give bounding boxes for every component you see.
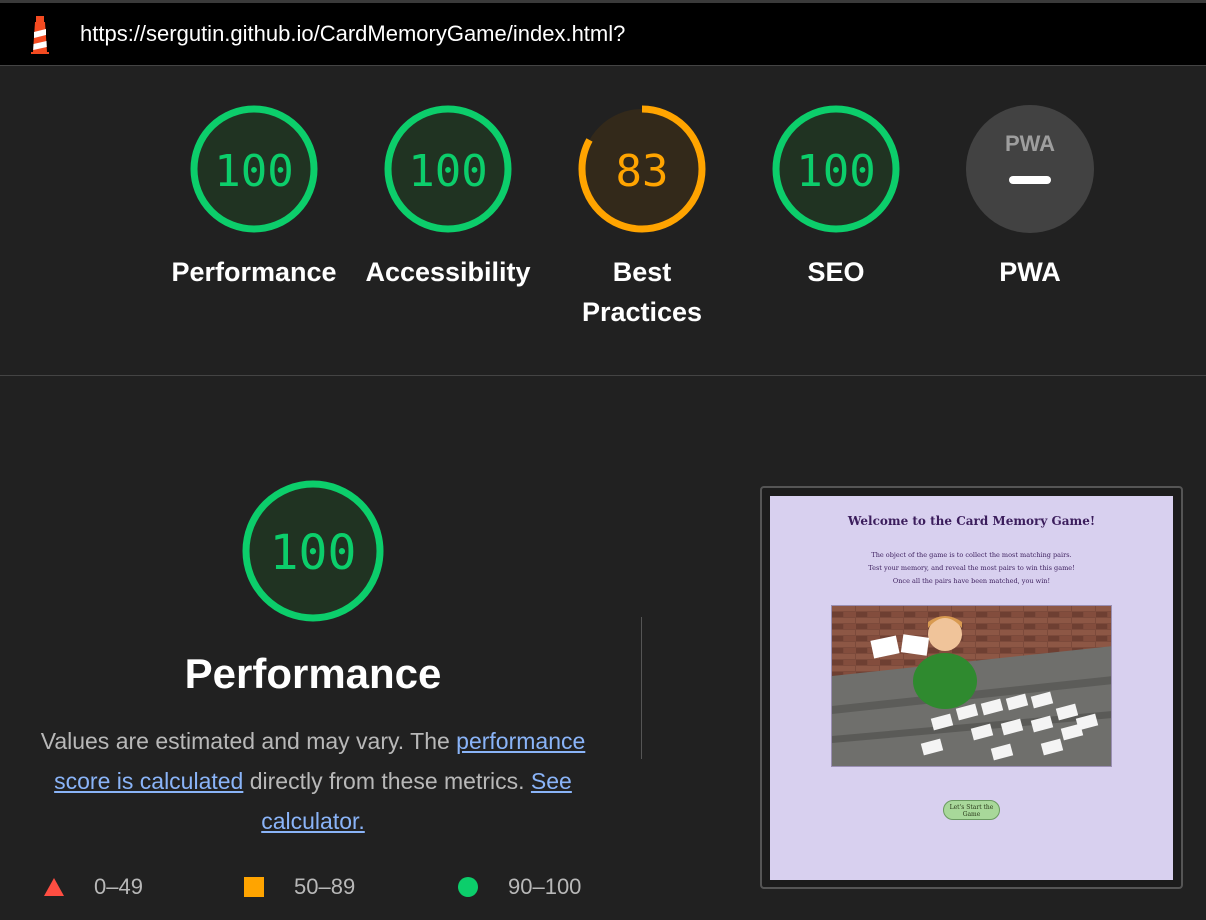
gauge-accessibility[interactable]: 100 Accessibility (358, 104, 538, 292)
gauge-label: SEO (807, 257, 865, 287)
gauge-best-practices[interactable]: 83 Best Practices (552, 104, 732, 332)
score-gauge-ring: 83 (578, 105, 706, 233)
pwa-badge-text: PWA (1005, 131, 1055, 156)
gauge-label: Best Practices (581, 257, 703, 327)
screenshot-photo (831, 605, 1112, 767)
final-screenshot-thumbnail[interactable]: Welcome to the Card Memory Game! The obj… (760, 486, 1183, 889)
vertical-divider (641, 617, 642, 759)
gauge-label: Accessibility (365, 257, 531, 287)
page-screenshot: Welcome to the Card Memory Game! The obj… (770, 496, 1173, 880)
screenshot-intro: The object of the game is to collect the… (868, 551, 1075, 585)
gauge-label: PWA (999, 257, 1061, 287)
performance-section: 100 Performance Values are estimated and… (0, 377, 1206, 920)
legend-fail: 0–49 (44, 874, 143, 900)
pwa-dash-icon (1009, 176, 1051, 184)
score-gauge-ring: 100 (384, 105, 512, 233)
circle-pass-icon (458, 877, 478, 897)
category-gauges: 100 Performance 100 Accessibility 83 Bes… (0, 66, 1206, 376)
score-value: 100 (408, 146, 487, 197)
square-average-icon (244, 877, 264, 897)
gauge-seo[interactable]: 100 SEO (746, 104, 926, 292)
gauge-performance[interactable]: 100 Performance (164, 104, 344, 292)
screenshot-title: Welcome to the Card Memory Game! (847, 514, 1096, 528)
triangle-fail-icon (44, 878, 64, 896)
start-game-button: Let's Start the Game (943, 800, 1000, 820)
score-value: 100 (796, 146, 875, 197)
photo-image (832, 606, 1111, 766)
legend-pass: 90–100 (458, 874, 581, 900)
score-gauge-ring: 100 (772, 105, 900, 233)
gauge-pwa[interactable]: PWA PWA (940, 104, 1120, 292)
score-value: 100 (214, 146, 293, 197)
score-gauge-ring: 100 (190, 105, 318, 233)
score-value: 100 (270, 525, 357, 581)
performance-score-gauge: 100 (242, 480, 384, 622)
pwa-badge-icon: PWA (966, 105, 1094, 233)
legend-average: 50–89 (244, 874, 355, 900)
score-legend: 0–49 50–89 90–100 (0, 874, 626, 910)
url-bar: https://sergutin.github.io/CardMemoryGam… (0, 0, 1206, 66)
performance-description: Values are estimated and may vary. The p… (40, 728, 586, 834)
lighthouse-icon (31, 16, 49, 54)
gauge-label: Performance (171, 257, 337, 287)
report-url: https://sergutin.github.io/CardMemoryGam… (80, 21, 626, 46)
performance-title: Performance (184, 650, 442, 697)
score-value: 83 (616, 146, 669, 197)
